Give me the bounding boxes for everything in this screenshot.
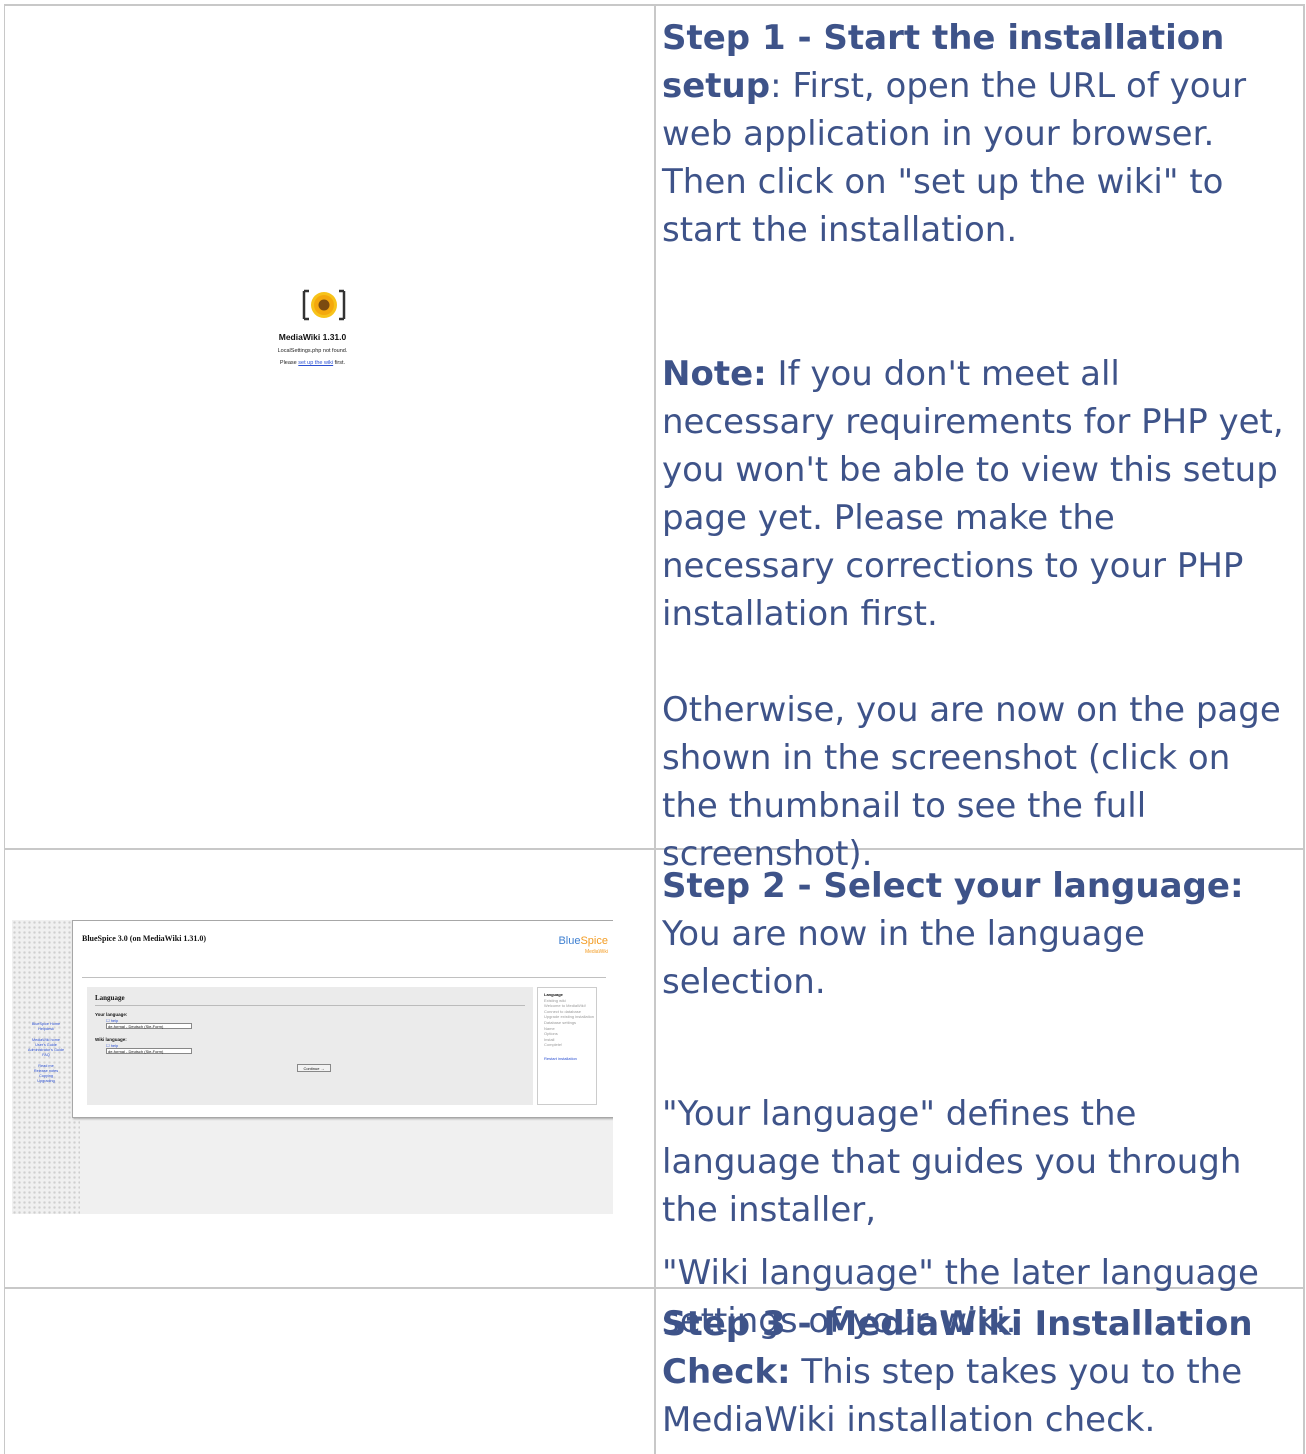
mediawiki-sunflower-icon <box>302 289 346 321</box>
step2-thumbnail[interactable]: BlueSpice Home Helpdesk MediaWiki home U… <box>12 920 613 1214</box>
your-language-explanation: "Your language" defines the language tha… <box>662 1094 1242 1230</box>
wiki-language-select[interactable]: de-formal - Deutsch (Sie-Form) <box>106 1048 192 1054</box>
header-divider <box>82 977 606 978</box>
installer-title: BlueSpice 3.0 (on MediaWiki 1.31.0) <box>82 934 207 943</box>
step2-description: Step 2 - Select your language: You are n… <box>662 862 1292 1345</box>
language-form: Language Your language: ☐ help de-formal… <box>87 987 533 1105</box>
restart-installation-link[interactable]: Restart installation <box>538 1056 596 1062</box>
step1-thumbnail[interactable]: MediaWiki 1.31.0 LocalSettings.php not f… <box>12 279 613 574</box>
your-language-label: Your language: <box>95 1012 128 1017</box>
nav-link[interactable]: Upgrading <box>12 1079 80 1084</box>
step-item: Complete! <box>544 1042 563 1048</box>
table-border-left <box>4 4 5 1454</box>
setup-message: Please set up the wiki first. <box>279 360 346 366</box>
step1-note: If you don't meet all necessary requirem… <box>662 354 1284 634</box>
language-heading: Language <box>95 994 125 1002</box>
note-label: Note: <box>662 354 767 394</box>
step3-description: Step 3 - MediaWiki Installation Check: T… <box>662 1300 1292 1444</box>
installer-steps-list: Language Existing wiki Welcome to MediaW… <box>537 987 597 1105</box>
wiki-language-label: Wiki language: <box>95 1037 127 1042</box>
table-border-top <box>4 4 1304 6</box>
your-language-select[interactable]: de-formal - Deutsch (Sie-Form) <box>106 1023 192 1029</box>
table-border-mid <box>654 4 656 1454</box>
step2-intro: You are now in the language selection. <box>662 914 1145 1002</box>
continue-button[interactable]: Continue → <box>297 1064 331 1072</box>
bluespice-logo-sub: MediaWiki <box>584 949 608 955</box>
step1-description: Step 1 - Start the installation setup: F… <box>662 14 1292 878</box>
localsettings-message: LocalSettings.php not found. <box>277 348 348 354</box>
bluespice-logo: BlueSpice <box>558 935 608 947</box>
step2-title: Step 2 - Select your language: <box>662 866 1244 906</box>
heading-divider <box>95 1005 525 1006</box>
mediawiki-version-title: MediaWiki 1.31.0 <box>278 332 347 342</box>
installer-nav: BlueSpice Home Helpdesk MediaWiki home U… <box>12 1022 80 1084</box>
step1-otherwise: Otherwise, you are now on the page shown… <box>662 690 1281 874</box>
installer-panel: BlueSpice 3.0 (on MediaWiki 1.31.0) Blue… <box>72 920 613 1118</box>
table-border-right <box>1303 4 1305 1454</box>
setup-wiki-link[interactable]: set up the wiki <box>298 360 333 366</box>
